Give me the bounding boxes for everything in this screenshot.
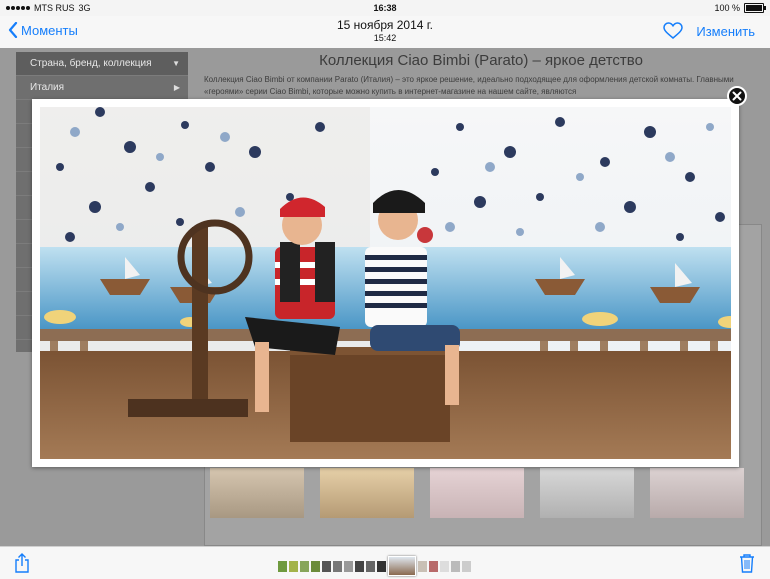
filmstrip-thumb[interactable] <box>440 560 449 572</box>
filmstrip-thumb[interactable] <box>311 560 320 572</box>
page-title: Коллекция Ciao Bimbi (Parato) – яркое де… <box>319 52 643 69</box>
battery-icon <box>744 3 766 13</box>
gallery-thumbnail[interactable] <box>540 468 634 518</box>
edit-button[interactable]: Изменить <box>696 24 755 39</box>
battery-percent: 100 % <box>714 3 740 13</box>
page-description: Коллекция Ciao Bimbi от компании Parato … <box>204 75 734 96</box>
filmstrip-thumb[interactable] <box>278 560 287 572</box>
heart-icon[interactable] <box>663 22 683 40</box>
sidebar-item-label: Италия <box>30 82 65 93</box>
filmstrip-thumb[interactable] <box>366 560 375 572</box>
filmstrip-thumb[interactable] <box>418 560 427 572</box>
photo-filmstrip[interactable] <box>278 556 471 576</box>
filmstrip-thumb[interactable] <box>429 560 438 572</box>
filmstrip-thumb[interactable] <box>355 560 364 572</box>
bottom-toolbar <box>0 546 770 579</box>
gallery-thumbnail[interactable] <box>210 468 304 518</box>
filmstrip-thumb[interactable] <box>377 560 386 572</box>
status-right: 100 % <box>714 3 766 13</box>
gallery-thumbnail[interactable] <box>430 468 524 518</box>
lightbox <box>32 99 739 467</box>
filmstrip-thumb-current[interactable] <box>388 556 416 576</box>
gallery-thumbnail[interactable] <box>650 468 744 518</box>
filmstrip-thumb[interactable] <box>344 560 353 572</box>
close-button[interactable] <box>727 86 747 106</box>
lightbox-photo <box>40 107 731 459</box>
filmstrip-thumb[interactable] <box>322 560 331 572</box>
sidebar-item-label: Страна, бренд, коллекция <box>30 58 152 69</box>
gallery-thumbnail[interactable] <box>320 468 414 518</box>
sidebar-item-italy[interactable]: Италия ▶ <box>16 76 188 100</box>
sidebar-item-filter[interactable]: Страна, бренд, коллекция ▼ <box>16 52 188 76</box>
share-icon[interactable] <box>14 553 30 573</box>
chevron-down-icon: ▼ <box>172 59 180 68</box>
chevron-right-icon: ▶ <box>173 83 180 92</box>
status-bar: MTS RUS 3G 16:38 100 % <box>0 0 770 16</box>
status-time: 16:38 <box>373 3 397 13</box>
filmstrip-thumb[interactable] <box>289 560 298 572</box>
filmstrip-thumb[interactable] <box>333 560 342 572</box>
nav-subtitle: 15:42 <box>373 33 397 43</box>
filmstrip-thumb[interactable] <box>451 560 460 572</box>
trash-icon[interactable] <box>738 553 756 573</box>
photo-illustration <box>40 107 731 459</box>
navigation-bar: Моменты 15 ноября 2014 г. 15:42 Изменить <box>0 16 770 48</box>
filmstrip-thumb[interactable] <box>462 560 471 572</box>
nav-title: 15 ноября 2014 г. <box>337 18 433 32</box>
close-icon <box>732 91 742 101</box>
filmstrip-thumb[interactable] <box>300 560 309 572</box>
